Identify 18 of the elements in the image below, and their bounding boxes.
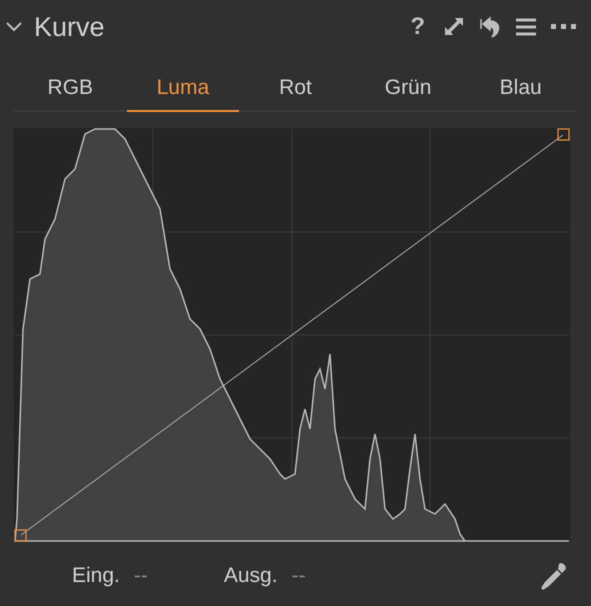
menu-icon[interactable] xyxy=(515,18,537,36)
curve-point[interactable] xyxy=(557,128,570,141)
help-button[interactable]: ? xyxy=(406,13,429,41)
chevron-icon[interactable] xyxy=(4,20,24,34)
channel-tab[interactable]: Rot xyxy=(239,72,352,112)
channel-tab[interactable]: Grün xyxy=(352,72,464,112)
reset-icon[interactable] xyxy=(479,16,501,38)
channel-tab[interactable]: Luma xyxy=(126,72,240,112)
readout-label: Eing. xyxy=(72,564,120,588)
more-icon[interactable] xyxy=(551,24,577,30)
curve-point[interactable] xyxy=(14,529,27,542)
readout-label: Ausg. xyxy=(224,564,278,588)
panel-title: Kurve xyxy=(34,12,106,42)
channel-tab[interactable]: Blau xyxy=(464,72,577,112)
readout-value: -- xyxy=(134,564,148,588)
expand-icon[interactable] xyxy=(443,16,465,38)
readout-value: -- xyxy=(292,564,306,588)
channel-tab[interactable]: RGB xyxy=(14,72,127,112)
